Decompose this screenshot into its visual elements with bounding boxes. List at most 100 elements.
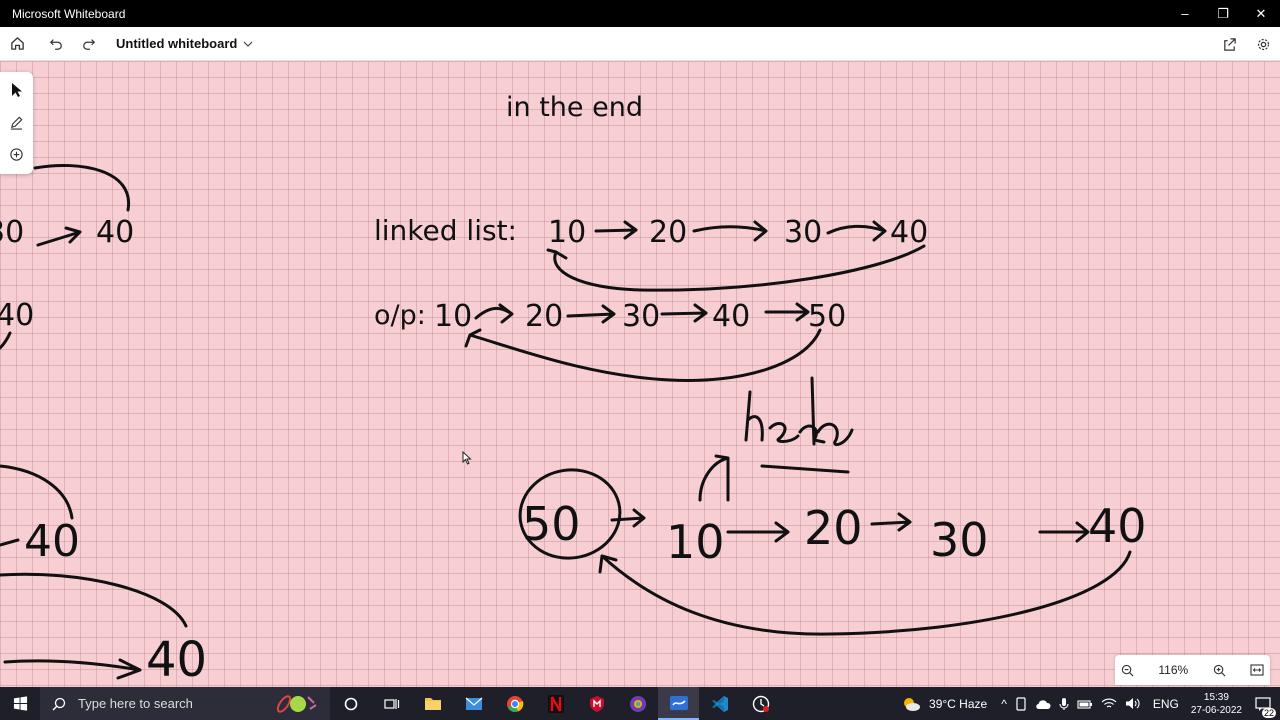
whiteboard-icon (669, 695, 688, 710)
linked-value-1: 10 (548, 215, 586, 250)
settings-button[interactable] (1248, 29, 1278, 59)
undo-button[interactable] (41, 29, 71, 59)
zoom-level[interactable]: 116% (1158, 663, 1188, 677)
taskbar-whiteboard[interactable] (658, 687, 699, 720)
windows-logo-icon (13, 696, 27, 711)
ink-curve-left-lower (0, 464, 74, 520)
fit-to-screen-button[interactable] (1250, 664, 1264, 676)
redo-button[interactable] (74, 29, 104, 59)
tablet-icon[interactable] (1015, 696, 1027, 711)
mouse-cursor-icon (462, 451, 472, 465)
windows-taskbar: Type here to search 39°C Haze ^ ENG 15:3… (0, 687, 1280, 720)
weather-icon[interactable] (901, 696, 921, 712)
ink-head-arrow (698, 454, 730, 502)
bottom-value-4: 30 (930, 513, 989, 567)
taskbar-chrome[interactable] (494, 687, 535, 720)
linked-value-2: 20 (649, 215, 687, 250)
op-value-4: 40 (712, 299, 750, 334)
op-value-1: 10 (434, 299, 472, 334)
pen-icon (10, 116, 23, 130)
task-view-button[interactable] (330, 687, 371, 720)
ink-arrow-50-10 (610, 508, 646, 528)
whiteboard-canvas[interactable]: in the end linked list: 10 20 30 40 o/p:… (0, 61, 1280, 687)
add-tool[interactable] (5, 142, 29, 166)
search-placeholder: Type here to search (78, 696, 193, 711)
zoom-out-button[interactable] (1121, 664, 1134, 677)
ink-arrow-op-30-40 (660, 303, 708, 323)
plus-circle-icon (10, 147, 23, 161)
language-indicator[interactable]: ENG (1153, 697, 1179, 711)
zoom-in-icon (1213, 664, 1226, 676)
restore-button[interactable]: ❐ (1204, 0, 1242, 27)
shield-icon (589, 695, 604, 712)
op-value-2: 20 (525, 299, 563, 334)
tool-rail (0, 72, 33, 174)
ink-arrow-left-top (36, 226, 82, 247)
netflix-icon (547, 694, 564, 713)
ink-arrow-left-lower (0, 538, 20, 547)
ink-head-underline (760, 464, 850, 474)
left-partial-value-1: 30 (0, 215, 24, 250)
fit-screen-icon (1250, 664, 1264, 676)
linked-value-4: 40 (890, 215, 928, 250)
ink-arrow-left-bottom (3, 658, 142, 680)
home-button[interactable] (2, 29, 32, 59)
select-tool[interactable] (5, 78, 29, 102)
bottom-value-3: 20 (804, 501, 863, 555)
chevron-down-icon (243, 41, 253, 47)
cortana-circle-icon (344, 697, 357, 710)
taskbar-netflix[interactable] (535, 687, 576, 720)
taskbar-search-box[interactable]: Type here to search (40, 687, 330, 720)
start-button[interactable] (0, 687, 40, 720)
document-title: Untitled whiteboard (116, 36, 238, 51)
ink-head-scribble (744, 376, 854, 447)
onedrive-cloud-icon[interactable] (1035, 698, 1051, 710)
battery-icon[interactable] (1077, 698, 1093, 710)
chrome-icon (506, 695, 523, 712)
window-title: Microsoft Whiteboard (12, 6, 126, 21)
system-tray: 39°C Haze ^ ENG 15:39 27-06-2022 22 (901, 687, 1280, 720)
ink-curve-left-mid (0, 331, 12, 350)
taskbar-mcafee[interactable] (576, 687, 617, 720)
taskbar-chrome-alt[interactable] (617, 687, 658, 720)
taskview-button[interactable] (371, 687, 412, 720)
ink-arrow-20-30 (692, 220, 768, 242)
zoom-out-icon (1121, 664, 1134, 676)
ink-arrow-30-40b (1038, 521, 1090, 543)
op-value-3: 30 (622, 299, 660, 334)
show-hidden-icons[interactable]: ^ (1001, 697, 1007, 711)
taskbar-screen-recorder[interactable] (740, 687, 781, 720)
clock-time: 15:39 (1203, 691, 1229, 703)
search-icon (52, 697, 66, 710)
volume-icon[interactable] (1125, 697, 1141, 710)
wifi-icon[interactable] (1101, 697, 1117, 710)
minimize-button[interactable]: – (1166, 0, 1204, 27)
document-title-dropdown[interactable]: Untitled whiteboard (116, 36, 253, 51)
ink-arrow-op-40-50 (764, 302, 810, 322)
ink-arrow-20-30b (870, 512, 912, 532)
share-button[interactable] (1214, 29, 1244, 59)
close-button[interactable]: ✕ (1242, 0, 1280, 27)
app-toolbar: Untitled whiteboard (0, 27, 1280, 61)
clock[interactable]: 15:39 27-06-2022 (1191, 691, 1242, 717)
ink-loop-op (464, 328, 822, 383)
notification-center-button[interactable]: 22 (1250, 692, 1276, 718)
ink-arrow-op-20-30 (566, 304, 616, 324)
zoom-in-button[interactable] (1213, 664, 1226, 677)
bottom-value-5: 40 (1088, 499, 1147, 553)
linked-list-label: linked list: (374, 214, 517, 247)
ink-arrow-op-10-20 (474, 303, 514, 324)
taskbar-vscode[interactable] (699, 687, 740, 720)
browser-icon (629, 695, 646, 712)
redo-icon (83, 38, 96, 50)
cursor-arrow-icon (11, 83, 22, 97)
taskbar-mail[interactable] (453, 687, 494, 720)
search-highlight-icon (276, 695, 317, 713)
left-partial-value-3: 40 (0, 298, 34, 333)
taskbar-file-explorer[interactable] (412, 687, 453, 720)
pen-tool[interactable] (5, 110, 29, 134)
vscode-icon (711, 695, 728, 712)
weather-text[interactable]: 39°C Haze (929, 697, 987, 711)
board-heading: in the end (506, 92, 643, 123)
microphone-icon[interactable] (1059, 697, 1069, 711)
